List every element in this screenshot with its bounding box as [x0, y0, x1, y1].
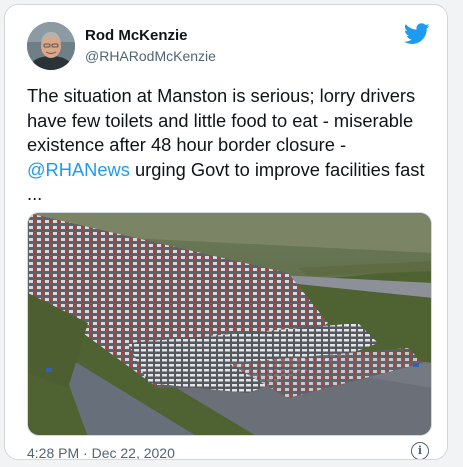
author-handle[interactable]: @RHARodMcKenzie: [85, 48, 216, 64]
twitter-bird-icon[interactable]: [404, 23, 430, 45]
author-name[interactable]: Rod McKenzie: [85, 27, 188, 44]
timestamp[interactable]: 4:28 PM · Dec 22, 2020: [27, 445, 175, 459]
tweet-media-image[interactable]: [27, 212, 432, 436]
avatar[interactable]: [27, 22, 75, 70]
tweet-text-part: The situation at Manston is serious; lor…: [27, 85, 416, 155]
tweet-text: The situation at Manston is serious; lor…: [27, 84, 431, 207]
info-icon[interactable]: i: [411, 442, 429, 459]
tweet-card: Rod McKenzie @RHARodMcKenzie The situati…: [4, 4, 448, 460]
mention-link[interactable]: @RHANews: [27, 159, 130, 180]
